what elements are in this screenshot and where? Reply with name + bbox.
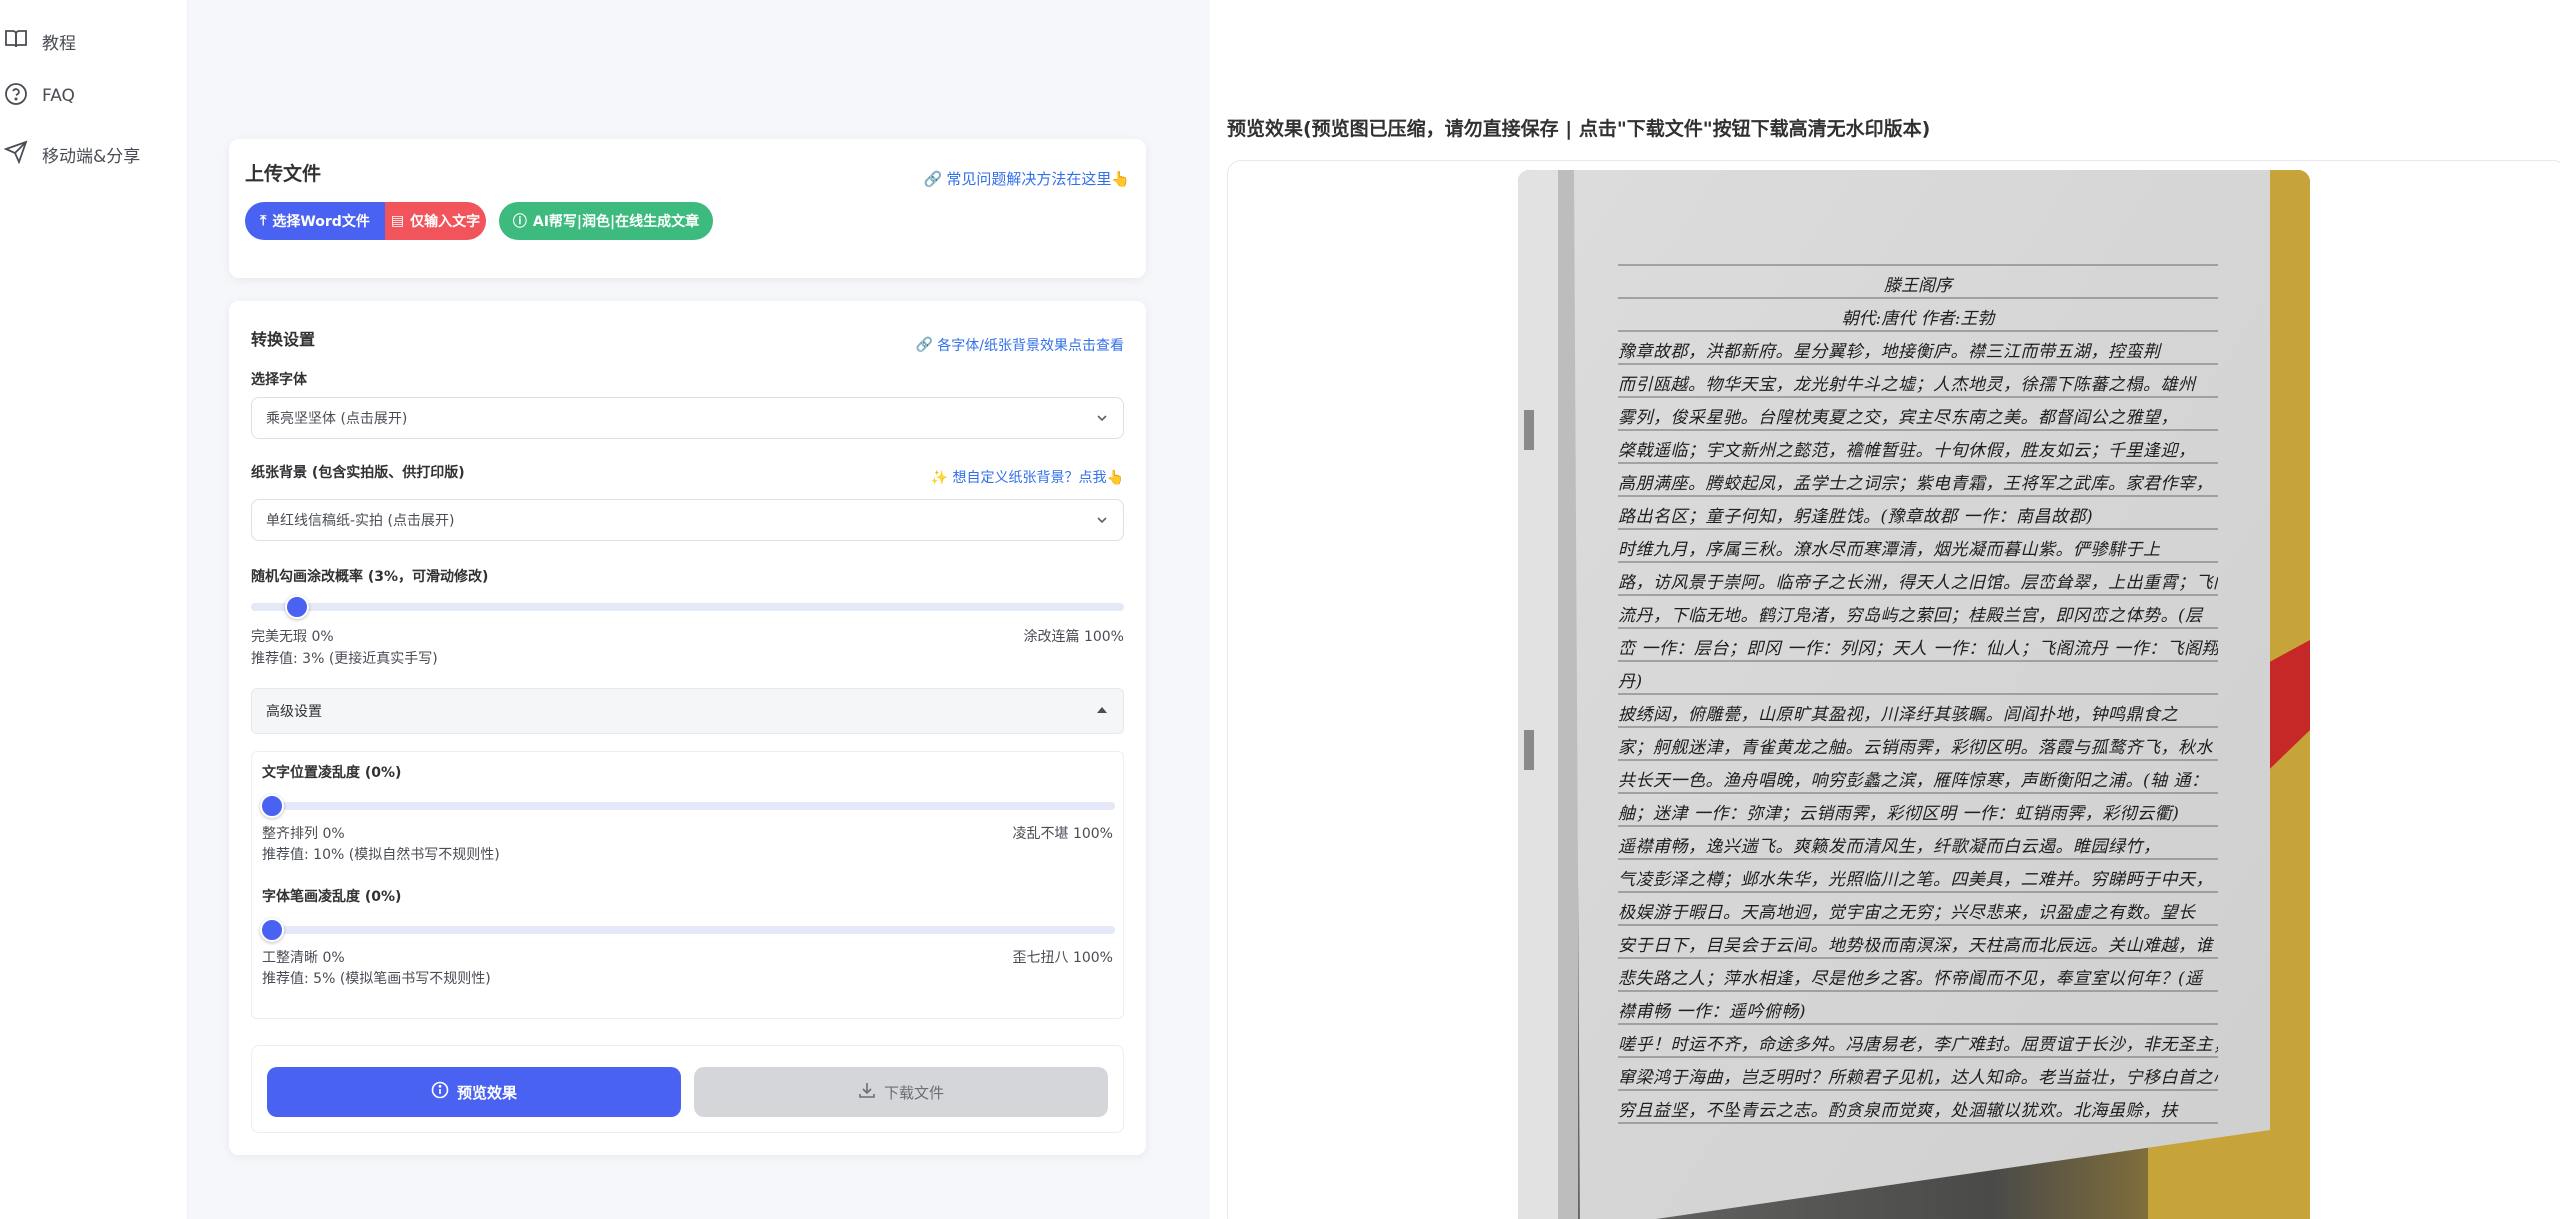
stroke-hint: 推荐值: 5% (模拟笔画书写不规则性) xyxy=(262,971,491,987)
download-button-label: 下载文件 xyxy=(883,1083,944,1102)
chevron-down-icon xyxy=(1095,513,1109,527)
caret-up-icon xyxy=(1095,703,1109,721)
input-text-label: 仅输入文字 xyxy=(410,214,481,230)
doc-lines: 豫章故郡，洪都新府。星分翼轸，地接衡庐。襟三江而带五湖，控蛮荆而引瓯越。物华天宝… xyxy=(1618,336,2218,1128)
scribble-hint: 推荐值: 3% (更接近真实手写) xyxy=(251,651,438,667)
position-min-label: 整齐排列 0% xyxy=(262,826,345,842)
upload-title: 上传文件 xyxy=(245,163,322,185)
settings-title: 转换设置 xyxy=(251,330,316,349)
doc-line: 安于日下，目吴会于云间。地势极而南溟深，天柱高而北辰远。关山难越，谁 xyxy=(1618,936,2213,956)
handwritten-text: 滕王阁序 朝代:唐代 作者:王勃 豫章故郡，洪都新府。星分翼轸，地接衡庐。襟三江… xyxy=(1618,270,2218,1128)
send-icon xyxy=(3,140,28,169)
ai-write-label: AI帮写|润色|在线生成文章 xyxy=(532,214,700,230)
doc-line: 气凌彭泽之樽；邺水朱华，光照临川之笔。四美具，二难并。穷睇眄于中天， xyxy=(1618,870,2213,890)
scribble-min-label: 完美无瑕 0% xyxy=(251,629,334,645)
paper-label: 纸张背景 (包含实拍版、供打印版) xyxy=(251,465,465,481)
advanced-settings-label: 高级设置 xyxy=(266,704,322,720)
doc-line: 路出名区；童子何知，躬逢胜饯。(豫章故郡 一作：南昌故郡) xyxy=(1618,507,2094,527)
link-icon: 🔗 xyxy=(923,169,943,188)
sidebar-item-faq[interactable]: FAQ xyxy=(0,76,188,116)
doc-line: 共长天一色。渔舟唱晚，响穷彭蠡之滨，雁阵惊寒，声断衡阳之浦。(轴 通： xyxy=(1618,771,2209,791)
font-select[interactable]: 乘亮坚坚体 (点击展开) xyxy=(251,397,1124,439)
faq-link[interactable]: 🔗 常见问题解决方法在这里👆 xyxy=(924,168,1130,189)
doc-line: 嗟乎！时运不齐，命途多舛。冯唐易老，李广难封。屈贾谊于长沙，非无圣主； xyxy=(1618,1035,2218,1055)
position-hint: 推荐值: 10% (模拟自然书写不规则性) xyxy=(262,847,500,863)
select-word-label: 选择Word文件 xyxy=(272,214,370,230)
doc-line: 家；舸舰迷津，青雀黄龙之舳。云销雨霁，彩彻区明。落霞与孤鹜齐飞，秋水 xyxy=(1618,738,2213,758)
doc-line: 披绣闼，俯雕甍，山原旷其盈视，川泽纡其骇瞩。闾阎扑地，钟鸣鼎食之 xyxy=(1618,705,2178,725)
stroke-disorder-slider-thumb[interactable] xyxy=(260,918,284,942)
scribble-slider[interactable] xyxy=(251,603,1124,611)
sidebar-item-mobile-share[interactable]: 移动端&分享 xyxy=(0,134,188,174)
doc-line: 而引瓯越。物华天宝，龙光射牛斗之墟；人杰地灵，徐孺下陈蕃之榻。雄州 xyxy=(1618,375,2196,395)
input-text-button[interactable]: ▤ 仅输入文字 xyxy=(385,202,486,240)
info-icon xyxy=(431,1081,449,1103)
doc-line: 极娱游于暇日。天高地迥，觉宇宙之无穷；兴尽悲来，识盈虚之有数。望长 xyxy=(1618,903,2196,923)
fonts-preview-label: 各字体/纸张背景效果点击查看 xyxy=(937,338,1124,354)
doc-line: 窜梁鸿于海曲，岂乏明时？所赖君子见机，达人知命。老当益壮，宁移白首之心？ xyxy=(1618,1068,2218,1088)
fonts-preview-link[interactable]: 🔗 各字体/纸张背景效果点击查看 xyxy=(916,335,1124,355)
select-word-button[interactable]: ⤒ 选择Word文件 xyxy=(245,202,385,240)
doc-line: 丹) xyxy=(1618,672,1643,692)
preview-button-label: 预览效果 xyxy=(456,1083,517,1102)
scribble-max-label: 涂改连篇 100% xyxy=(1023,629,1124,645)
question-circle-icon xyxy=(4,82,28,111)
doc-line: 舳；迷津 一作：弥津；云销雨霁，彩彻区明 一作：虹销雨霁，彩彻云衢) xyxy=(1618,804,2180,824)
chevron-down-icon xyxy=(1095,411,1109,425)
doc-line: 悲失路之人；萍水相逢，尽是他乡之客。怀帝阍而不见，奉宣室以何年？(遥 xyxy=(1618,969,2203,989)
font-label: 选择字体 xyxy=(251,372,307,388)
question-circle-icon: ⓘ xyxy=(512,214,527,230)
paper-select[interactable]: 单红线信稿纸-实拍 (点击展开) xyxy=(251,499,1124,541)
stroke-min-label: 工整清晰 0% xyxy=(262,950,345,966)
sidebar-item-label: FAQ xyxy=(42,86,75,106)
preview-image: 滕王阁序 朝代:唐代 作者:王勃 豫章故郡，洪都新府。星分翼轸，地接衡庐。襟三江… xyxy=(1518,170,2310,1219)
doc-line: 遥襟甫畅，逸兴遄飞。爽籁发而清风生，纤歌凝而白云遏。睢园绿竹， xyxy=(1618,837,2161,857)
stroke-max-label: 歪七扭八 100% xyxy=(1012,950,1113,966)
ai-write-button[interactable]: ⓘ AI帮写|润色|在线生成文章 xyxy=(499,202,713,240)
document-icon: ▤ xyxy=(390,213,405,229)
sidebar: 教程 FAQ 移动端&分享 xyxy=(0,0,188,1219)
doc-author: 朝代:唐代 作者:王勃 xyxy=(1841,309,1995,329)
preview-button[interactable]: 预览效果 xyxy=(267,1067,681,1117)
doc-line: 高朋满座。腾蛟起凤，孟学士之词宗；紫电青霜，王将军之武库。家君作宰， xyxy=(1618,474,2213,494)
doc-line: 峦 一作：层台；即冈 一作：列冈；天人 一作：仙人；飞阁流丹 一作：飞阁翔 xyxy=(1618,639,2218,659)
scribble-label: 随机勾画涂改概率 (3%，可滑动修改) xyxy=(251,569,489,585)
position-disorder-slider-thumb[interactable] xyxy=(260,794,284,818)
doc-line: 豫章故郡，洪都新府。星分翼轸，地接衡庐。襟三江而带五湖，控蛮荆 xyxy=(1618,342,2161,362)
position-max-label: 凌乱不堪 100% xyxy=(1012,826,1113,842)
download-icon xyxy=(858,1081,876,1103)
doc-line: 时维九月，序属三秋。潦水尽而寒潭清，烟光凝而暮山紫。俨骖騑于上 xyxy=(1618,540,2161,560)
sidebar-item-label: 教程 xyxy=(42,33,76,54)
upload-card: 上传文件 🔗 常见问题解决方法在这里👆 ⤒ 选择Word文件 ▤ 仅输入文字 ⓘ… xyxy=(229,139,1146,278)
doc-line: 襟甫畅 一作：遥吟俯畅) xyxy=(1618,1002,1807,1022)
advanced-settings-toggle[interactable]: 高级设置 xyxy=(251,688,1124,734)
upload-icon: ⤒ xyxy=(260,213,267,229)
sidebar-item-tutorial[interactable]: 教程 xyxy=(0,21,188,61)
link-icon: 🔗 xyxy=(915,337,934,353)
stroke-disorder-label: 字体笔画凌乱度 (0%) xyxy=(262,889,402,905)
doc-line: 穷且益坚，不坠青云之志。酌贪泉而觉爽，处涸辙以犹欢。北海虽赊，扶 xyxy=(1618,1101,2178,1121)
stroke-disorder-slider[interactable] xyxy=(262,926,1115,934)
advanced-settings-panel: 文字位置凌乱度 (0%) 整齐排列 0% 凌乱不堪 100% 推荐值: 10% … xyxy=(251,751,1124,1019)
book-icon xyxy=(4,27,28,56)
scribble-slider-thumb[interactable] xyxy=(285,595,310,619)
font-select-value: 乘亮坚坚体 (点击展开) xyxy=(266,411,408,427)
preview-title: 预览效果(预览图已压缩，请勿直接保存 | 点击"下载文件"按钮下载高清无水印版本… xyxy=(1227,118,1931,140)
paper-select-value: 单红线信稿纸-实拍 (点击展开) xyxy=(266,513,455,529)
doc-line: 路，访风景于崇阿。临帝子之长洲，得天人之旧馆。层峦耸翠，上出重霄；飞阁 xyxy=(1618,573,2218,593)
doc-line: 棨戟遥临；宇文新州之懿范，襜帷暂驻。十旬休假，胜友如云；千里逢迎， xyxy=(1618,441,2196,461)
faq-link-label: 常见问题解决方法在这里👆 xyxy=(946,170,1130,188)
doc-line: 流丹，下临无地。鹤汀凫渚，穷岛屿之萦回；桂殿兰宫，即冈峦之体势。(层 xyxy=(1618,606,2203,626)
position-disorder-label: 文字位置凌乱度 (0%) xyxy=(262,765,402,781)
download-button[interactable]: 下载文件 xyxy=(694,1067,1108,1117)
sidebar-item-label: 移动端&分享 xyxy=(42,146,141,167)
doc-line: 雾列，俊采星驰。台隍枕夷夏之交，宾主尽东南之美。都督阎公之雅望， xyxy=(1618,408,2178,428)
settings-card: 转换设置 🔗 各字体/纸张背景效果点击查看 选择字体 乘亮坚坚体 (点击展开) … xyxy=(229,301,1146,1155)
custom-paper-link[interactable]: ✨ 想自定义纸张背景？点我👆 xyxy=(931,467,1124,487)
doc-title: 滕王阁序 xyxy=(1884,276,1952,296)
position-disorder-slider[interactable] xyxy=(262,802,1115,810)
